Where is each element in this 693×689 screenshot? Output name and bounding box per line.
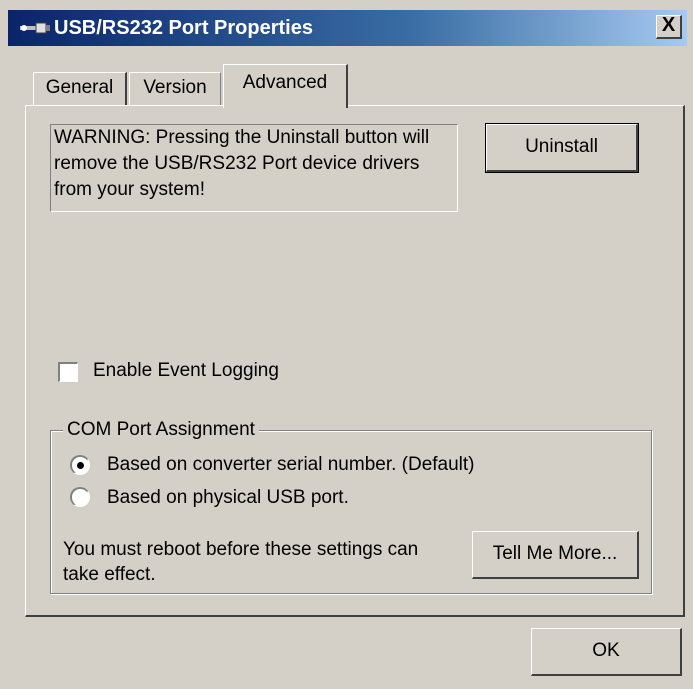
com-port-legend: COM Port Assignment [63, 419, 259, 441]
ok-button[interactable]: OK [531, 628, 682, 676]
tab-advanced-label: Advanced [242, 72, 328, 93]
ok-button-label: OK [592, 640, 620, 661]
reboot-note: You must reboot before these settings ca… [63, 539, 419, 585]
tab-advanced[interactable]: Advanced [223, 64, 348, 108]
uninstall-button[interactable]: Uninstall [485, 123, 639, 173]
uninstall-warning: WARNING: Pressing the Uninstall button w… [50, 124, 458, 212]
tab-version-label: Version [143, 77, 207, 98]
title-bar[interactable]: USB/RS232 Port Properties X [8, 10, 687, 46]
radio-serial-number[interactable] [70, 455, 90, 475]
tab-version[interactable]: Version [129, 72, 221, 106]
radio-physical-port[interactable] [70, 487, 90, 507]
close-button[interactable]: X [656, 15, 682, 39]
tell-me-more-label: Tell Me More... [492, 543, 618, 564]
tell-me-more-button[interactable]: Tell Me More... [472, 531, 639, 579]
tab-general[interactable]: General [33, 72, 127, 106]
uninstall-button-label: Uninstall [525, 136, 598, 157]
radio-physical-port-label[interactable]: Based on physical USB port. [107, 487, 349, 509]
tab-general-label: General [45, 77, 114, 98]
radio-serial-number-label[interactable]: Based on converter serial number. (Defau… [107, 454, 475, 476]
close-icon: X [661, 14, 676, 36]
usb-icon [20, 19, 50, 37]
properties-dialog: USB/RS232 Port Properties X General Vers… [0, 0, 693, 689]
event-logging-label[interactable]: Enable Event Logging [93, 360, 279, 382]
radio-selected-dot [77, 462, 84, 469]
window-title: USB/RS232 Port Properties [54, 17, 313, 39]
event-logging-checkbox[interactable] [58, 362, 78, 382]
